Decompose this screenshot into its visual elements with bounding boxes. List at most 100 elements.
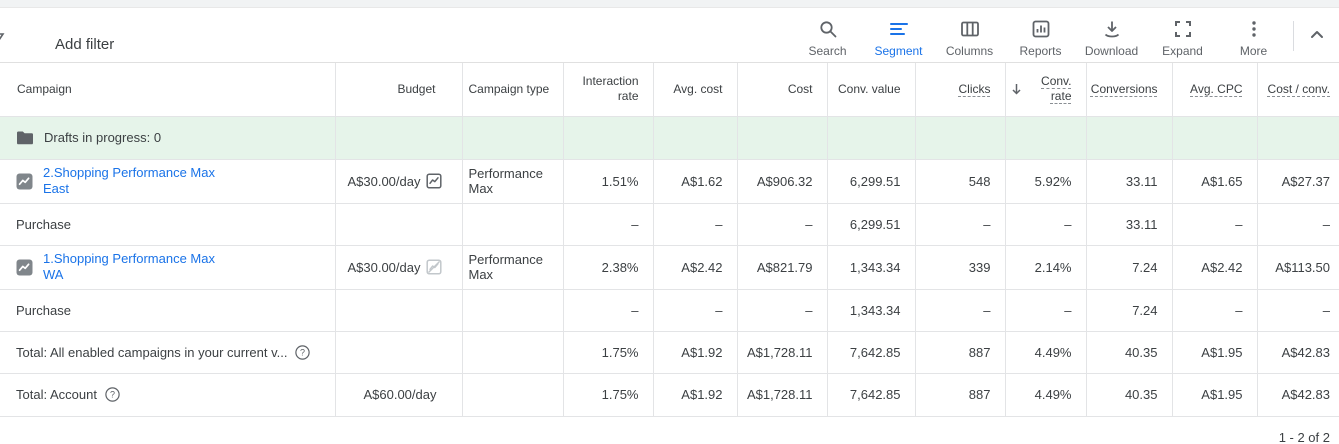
avg-cpc-value: A$1.95 (1172, 331, 1258, 374)
columns-icon (959, 17, 981, 41)
campaign-type-value: Performance Max (462, 159, 564, 204)
cost-per-conv-value: A$27.37 (1257, 159, 1339, 204)
avg-cost-value: A$1.92 (653, 373, 738, 417)
avg-cost-value: A$1.62 (653, 159, 738, 204)
cost-per-conv-value: A$113.50 (1257, 245, 1339, 290)
cost-value: A$821.79 (737, 245, 828, 290)
conv-rate-value: 5.92% (1005, 159, 1087, 204)
bid-strategy-chart-icon-disabled[interactable] (425, 259, 442, 275)
conv-rate-value: 4.49% (1005, 331, 1087, 374)
column-header-cost[interactable]: Cost (737, 63, 828, 117)
column-header-conv-rate[interactable]: Conv. rate (1005, 63, 1087, 117)
avg-cost-value: – (653, 203, 738, 246)
conversions-value: 7.24 (1086, 245, 1173, 290)
campaign-row: 1.Shopping Performance Max WA A$30.00/da… (0, 245, 1339, 290)
campaigns-table: Campaign Budget Campaign type Interactio… (0, 63, 1339, 417)
clicks-value: 887 (915, 373, 1006, 417)
column-header-interaction-rate[interactable]: Interaction rate (563, 63, 654, 117)
budget-value: A$30.00/day (347, 259, 421, 275)
cost-per-conv-value: A$42.83 (1257, 331, 1339, 374)
segment-button[interactable]: Segment (863, 17, 934, 58)
conv-rate-value: 2.14% (1005, 245, 1087, 290)
svg-text:?: ? (300, 347, 305, 357)
bid-strategy-chart-icon[interactable] (425, 173, 442, 189)
budget-value: A$60.00/day (363, 387, 437, 402)
conversions-value: 7.24 (1086, 289, 1173, 332)
expand-icon (1172, 17, 1194, 41)
segment-icon (888, 17, 910, 41)
column-header-clicks[interactable]: Clicks (915, 63, 1006, 117)
avg-cpc-value: – (1172, 203, 1258, 246)
interaction-rate-value: – (563, 289, 654, 332)
conv-rate-value: – (1005, 289, 1087, 332)
more-button[interactable]: More (1218, 17, 1289, 58)
reports-label: Reports (1019, 44, 1062, 58)
help-icon[interactable]: ? (105, 387, 120, 402)
column-header-campaign-type[interactable]: Campaign type (462, 63, 564, 117)
column-header-avg-cost[interactable]: Avg. cost (653, 63, 738, 117)
conversions-value: 33.11 (1086, 159, 1173, 204)
conv-value-value: 6,299.51 (827, 203, 916, 246)
interaction-rate-value: 1.75% (563, 373, 654, 417)
interaction-rate-value: – (563, 203, 654, 246)
total-enabled-campaigns-row: Total: All enabled campaigns in your cur… (0, 331, 1339, 374)
page-background-strip (0, 0, 1339, 8)
expand-button[interactable]: Expand (1147, 17, 1218, 58)
column-header-cost-per-conv[interactable]: Cost / conv. (1257, 63, 1339, 117)
conversions-value: 40.35 (1086, 331, 1173, 374)
avg-cpc-value: A$1.95 (1172, 373, 1258, 417)
download-label: Download (1084, 44, 1139, 58)
drafts-label: Drafts in progress: 0 (44, 130, 162, 145)
collapse-table-button[interactable] (1308, 28, 1326, 40)
campaign-link[interactable]: 2.Shopping Performance Max East (43, 165, 215, 197)
total-account-row: Total: Account ? A$60.00/day 1.75% A$1.9… (0, 373, 1339, 417)
download-button[interactable]: Download (1076, 17, 1147, 58)
pagination-label: 1 - 2 of 2 (1278, 429, 1330, 444)
budget-value: A$30.00/day (347, 173, 421, 189)
campaign-type-value: Performance Max (462, 245, 564, 290)
cost-per-conv-value: – (1257, 203, 1339, 246)
table-toolbar: Add filter Search Segment Columns Report… (0, 8, 1339, 63)
clicks-value: – (915, 289, 1006, 332)
segment-label: Purchase (16, 216, 71, 232)
column-header-budget[interactable]: Budget (335, 63, 463, 117)
folder-icon (17, 131, 33, 144)
avg-cpc-value: A$1.65 (1172, 159, 1258, 204)
conv-rate-value: – (1005, 203, 1087, 246)
column-header-campaign[interactable]: Campaign (0, 63, 336, 117)
avg-cpc-value: – (1172, 289, 1258, 332)
reports-button[interactable]: Reports (1005, 17, 1076, 58)
help-icon[interactable]: ? (295, 344, 311, 360)
cost-value: – (737, 203, 828, 246)
cost-per-conv-value: – (1257, 289, 1339, 332)
interaction-rate-value: 1.51% (563, 159, 654, 204)
campaign-status-icon (16, 173, 33, 189)
clicks-value: – (915, 203, 1006, 246)
columns-button[interactable]: Columns (934, 17, 1005, 58)
toolbar-divider (1293, 21, 1294, 51)
column-header-conversions[interactable]: Conversions (1086, 63, 1173, 117)
chevron-up-icon (1311, 31, 1323, 38)
clicks-value: 887 (915, 331, 1006, 374)
search-button[interactable]: Search (792, 17, 863, 58)
search-label: Search (808, 44, 847, 58)
drafts-row[interactable]: Drafts in progress: 0 (0, 116, 1339, 160)
conv-value-value: 7,642.85 (827, 331, 916, 374)
table-footer: 1 - 2 of 2 (0, 416, 1339, 444)
campaign-link[interactable]: 1.Shopping Performance Max WA (43, 251, 215, 283)
conversion-segment-row: Purchase – – – 6,299.51 – – 33.11 – – (0, 203, 1339, 246)
campaign-row: 2.Shopping Performance Max East A$30.00/… (0, 159, 1339, 204)
sort-descending-icon (1011, 84, 1021, 95)
cost-value: A$906.32 (737, 159, 828, 204)
total-label: Total: All enabled campaigns in your cur… (16, 344, 288, 360)
column-header-avg-cpc[interactable]: Avg. CPC (1172, 63, 1258, 117)
conversions-value: 33.11 (1086, 203, 1173, 246)
total-label: Total: Account (16, 387, 97, 402)
avg-cost-value: A$1.92 (653, 331, 738, 374)
conversions-value: 40.35 (1086, 373, 1173, 417)
add-filter-button[interactable]: Add filter (55, 36, 114, 53)
conversion-segment-row: Purchase – – – 1,343.34 – – 7.24 – – (0, 289, 1339, 332)
column-header-conv-value[interactable]: Conv. value (827, 63, 916, 117)
more-label: More (1239, 44, 1268, 58)
reports-icon (1030, 17, 1052, 41)
